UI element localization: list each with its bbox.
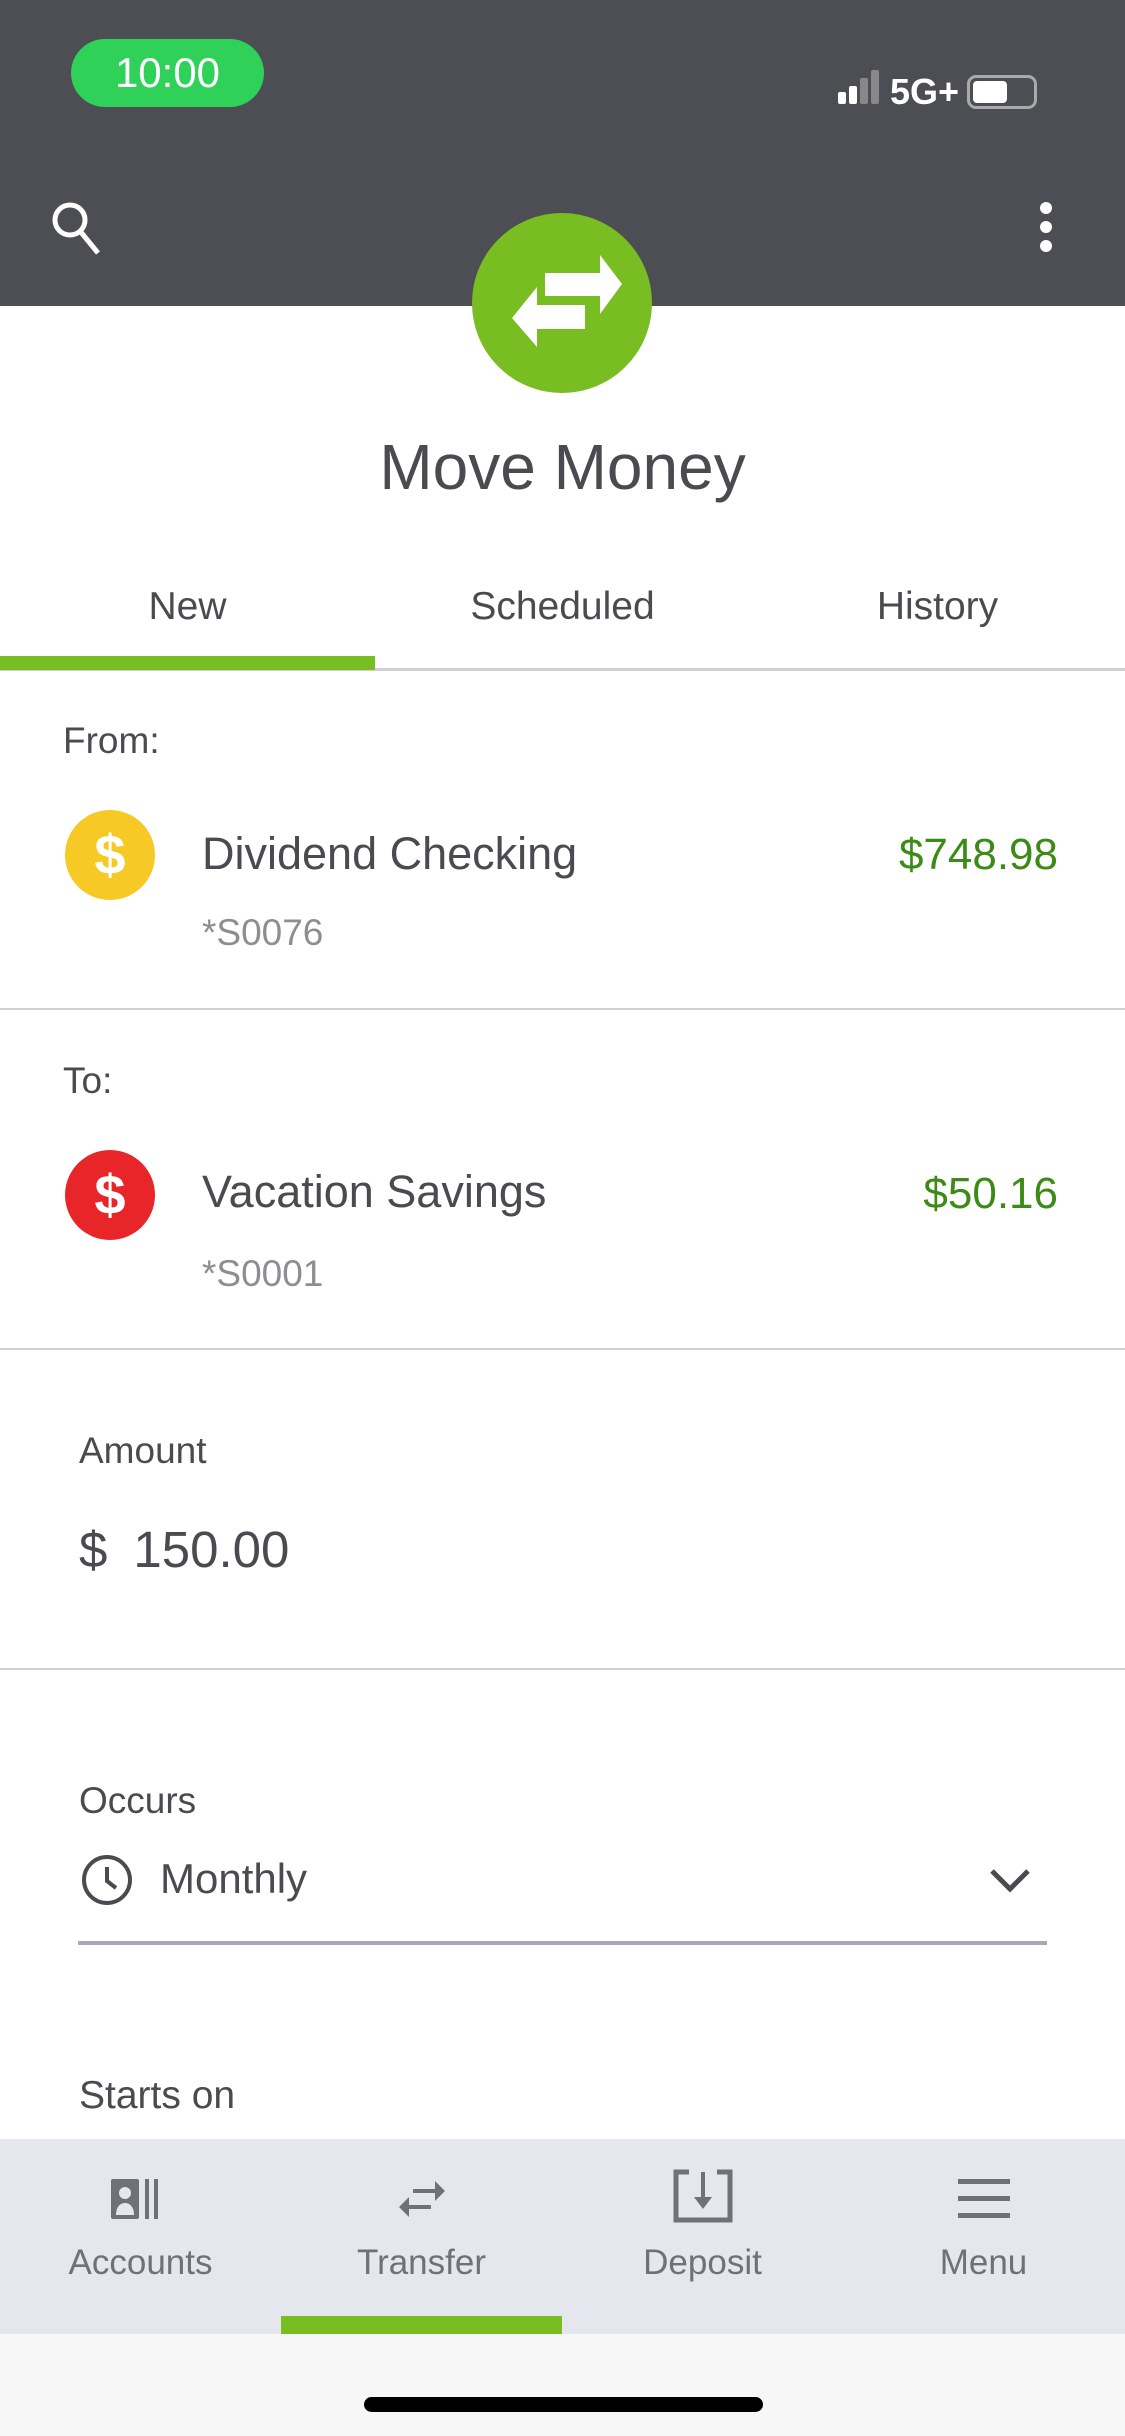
dollar-coin-icon: $ — [65, 810, 155, 900]
nav-transfer[interactable]: Transfer — [281, 2139, 562, 2334]
tab-history[interactable]: History — [750, 585, 1125, 629]
select-underline — [78, 1941, 1047, 1945]
battery-icon — [967, 74, 1037, 109]
transfer-arrows-icon — [512, 255, 622, 347]
from-account-name[interactable]: Dividend Checking — [202, 828, 577, 880]
amount-input[interactable]: $ 150.00 — [79, 1520, 289, 1579]
from-account-number: *S0076 — [202, 912, 324, 953]
status-indicators: 5G+ — [837, 70, 1037, 113]
transfer-badge — [472, 213, 652, 393]
tab-scheduled[interactable]: Scheduled — [375, 585, 750, 629]
nav-active-indicator — [281, 2316, 562, 2334]
home-indicator-area — [0, 2334, 1125, 2436]
hamburger-menu-icon — [957, 2179, 1010, 2218]
amount-value: 150.00 — [133, 1521, 290, 1578]
clock-icon — [82, 1855, 132, 1905]
occurs-select[interactable]: Monthly — [78, 1845, 1047, 1945]
nav-deposit[interactable]: Deposit — [562, 2139, 843, 2334]
nav-menu[interactable]: Menu — [843, 2139, 1124, 2334]
to-account-number: *S0001 — [202, 1253, 324, 1294]
occurs-label: Occurs — [79, 1780, 197, 1821]
nav-accounts[interactable]: Accounts — [0, 2139, 281, 2334]
accounts-icon — [110, 2179, 158, 2219]
to-account-balance: $50.16 — [923, 1169, 1058, 1218]
currency-symbol: $ — [79, 1521, 108, 1578]
deposit-icon — [673, 2169, 732, 2223]
tab-new[interactable]: New — [0, 585, 375, 629]
to-label: To: — [63, 1060, 113, 1101]
home-indicator[interactable] — [364, 2397, 763, 2412]
bottom-nav: Accounts Transfer Deposit Menu — [0, 2139, 1125, 2334]
nav-label: Accounts — [68, 2243, 213, 2282]
divider — [0, 1348, 1125, 1350]
transfer-icon — [398, 2181, 445, 2217]
tab-active-indicator — [0, 656, 375, 670]
starts-on-label: Starts on — [79, 2074, 236, 2117]
from-account-balance: $748.98 — [898, 830, 1058, 879]
divider — [0, 1008, 1125, 1010]
divider — [0, 1668, 1125, 1670]
search-icon[interactable] — [48, 198, 108, 258]
occurs-value: Monthly — [160, 1855, 308, 1902]
from-label: From: — [63, 720, 160, 761]
chevron-down-icon — [990, 1869, 1030, 1893]
nav-label: Menu — [939, 2243, 1028, 2282]
nav-label: Transfer — [356, 2243, 486, 2282]
to-account-name[interactable]: Vacation Savings — [202, 1166, 546, 1218]
network-type: 5G+ — [889, 70, 959, 112]
amount-label: Amount — [79, 1430, 207, 1471]
nav-label: Deposit — [643, 2243, 762, 2282]
status-time: 10:00 — [71, 39, 264, 107]
signal-icon — [837, 70, 882, 113]
page-title: Move Money — [379, 431, 746, 503]
dollar-coin-icon: $ — [65, 1150, 155, 1240]
more-options-icon[interactable] — [1030, 198, 1062, 258]
